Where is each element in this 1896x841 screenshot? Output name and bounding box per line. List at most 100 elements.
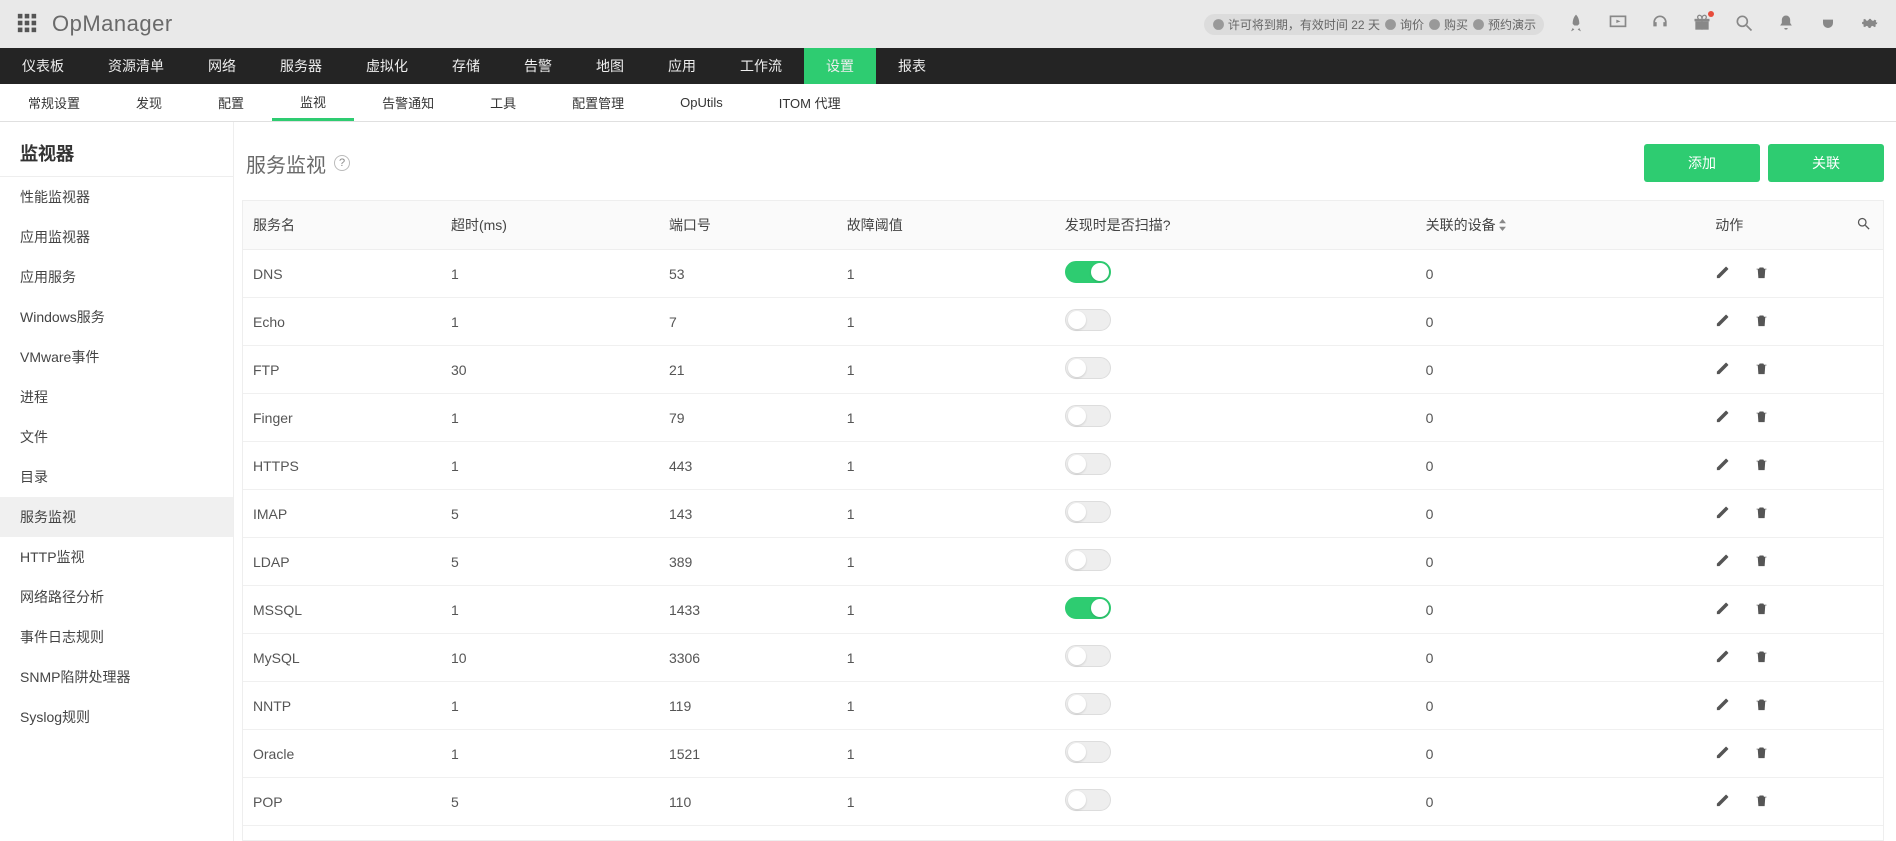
- scan-toggle[interactable]: [1065, 501, 1111, 523]
- mainnav-item[interactable]: 服务器: [258, 48, 344, 84]
- cell-devices[interactable]: 0: [1416, 490, 1706, 538]
- mainnav-item[interactable]: 资源清单: [86, 48, 186, 84]
- sidebar-item[interactable]: 服务监视: [0, 497, 233, 537]
- bell-icon[interactable]: [1776, 13, 1796, 36]
- cell-service-name[interactable]: MSSQL: [243, 586, 441, 634]
- col-header[interactable]: 关联的设备: [1416, 201, 1706, 250]
- edit-icon[interactable]: [1715, 361, 1730, 379]
- apps-grid-icon[interactable]: [16, 12, 38, 37]
- sidebar-item[interactable]: 进程: [0, 377, 233, 417]
- edit-icon[interactable]: [1715, 601, 1730, 619]
- scan-toggle[interactable]: [1065, 357, 1111, 379]
- gear-icon[interactable]: [1860, 13, 1880, 36]
- cell-service-name[interactable]: DNS: [243, 250, 441, 298]
- mainnav-item[interactable]: 工作流: [718, 48, 804, 84]
- edit-icon[interactable]: [1715, 409, 1730, 427]
- delete-icon[interactable]: [1754, 265, 1769, 283]
- mainnav-item[interactable]: 地图: [574, 48, 646, 84]
- cell-service-name[interactable]: NNTP: [243, 682, 441, 730]
- cell-devices[interactable]: 0: [1416, 586, 1706, 634]
- edit-icon[interactable]: [1715, 505, 1730, 523]
- sidebar-item[interactable]: 目录: [0, 457, 233, 497]
- cell-devices[interactable]: 0: [1416, 538, 1706, 586]
- edit-icon[interactable]: [1715, 313, 1730, 331]
- subnav-item[interactable]: 配置: [190, 84, 272, 121]
- cell-devices[interactable]: 0: [1416, 778, 1706, 826]
- subnav-item[interactable]: 告警通知: [354, 84, 462, 121]
- subnav-item[interactable]: 监视: [272, 84, 354, 121]
- scan-toggle[interactable]: [1065, 645, 1111, 667]
- cell-devices[interactable]: 0: [1416, 730, 1706, 778]
- sidebar-item[interactable]: 应用服务: [0, 257, 233, 297]
- col-header[interactable]: 发现时是否扫描?: [1055, 201, 1416, 250]
- delete-icon[interactable]: [1754, 793, 1769, 811]
- cell-service-name[interactable]: IMAP: [243, 490, 441, 538]
- scan-toggle[interactable]: [1065, 453, 1111, 475]
- sidebar-item[interactable]: Windows服务: [0, 297, 233, 337]
- cell-devices[interactable]: 0: [1416, 346, 1706, 394]
- col-header[interactable]: 故障阈值: [837, 201, 1055, 250]
- cell-devices[interactable]: 0: [1416, 250, 1706, 298]
- subnav-item[interactable]: 常规设置: [0, 84, 108, 121]
- delete-icon[interactable]: [1754, 457, 1769, 475]
- cell-service-name[interactable]: Oracle: [243, 730, 441, 778]
- edit-icon[interactable]: [1715, 265, 1730, 283]
- cell-devices[interactable]: 0: [1416, 442, 1706, 490]
- gift-icon[interactable]: [1692, 13, 1712, 36]
- delete-icon[interactable]: [1754, 505, 1769, 523]
- cell-devices[interactable]: 0: [1416, 394, 1706, 442]
- link-button[interactable]: 关联: [1768, 144, 1884, 182]
- col-header[interactable]: 端口号: [659, 201, 837, 250]
- license-pill[interactable]: 许可将到期，有效时间 22 天 询价 购买 预约演示: [1204, 14, 1544, 35]
- scan-toggle[interactable]: [1065, 693, 1111, 715]
- cell-devices[interactable]: 0: [1416, 298, 1706, 346]
- delete-icon[interactable]: [1754, 649, 1769, 667]
- delete-icon[interactable]: [1754, 697, 1769, 715]
- sidebar-item[interactable]: VMware事件: [0, 337, 233, 377]
- subnav-item[interactable]: OpUtils: [652, 84, 751, 121]
- delete-icon[interactable]: [1754, 553, 1769, 571]
- cell-service-name[interactable]: HTTPS: [243, 442, 441, 490]
- scan-toggle[interactable]: [1065, 741, 1111, 763]
- scan-toggle[interactable]: [1065, 549, 1111, 571]
- col-header[interactable]: 动作: [1705, 201, 1843, 250]
- mainnav-item[interactable]: 虚拟化: [344, 48, 430, 84]
- cell-service-name[interactable]: MySQL: [243, 634, 441, 682]
- scan-toggle[interactable]: [1065, 309, 1111, 331]
- edit-icon[interactable]: [1715, 457, 1730, 475]
- subnav-item[interactable]: 发现: [108, 84, 190, 121]
- col-header[interactable]: 超时(ms): [441, 201, 659, 250]
- edit-icon[interactable]: [1715, 553, 1730, 571]
- scan-toggle[interactable]: [1065, 405, 1111, 427]
- scan-toggle[interactable]: [1065, 789, 1111, 811]
- delete-icon[interactable]: [1754, 313, 1769, 331]
- table-search-icon[interactable]: [1843, 201, 1883, 250]
- cell-service-name[interactable]: Echo: [243, 298, 441, 346]
- presentation-icon[interactable]: [1608, 13, 1628, 36]
- delete-icon[interactable]: [1754, 361, 1769, 379]
- edit-icon[interactable]: [1715, 793, 1730, 811]
- search-icon[interactable]: [1734, 13, 1754, 36]
- sidebar-item[interactable]: SNMP陷阱处理器: [0, 657, 233, 697]
- mainnav-item[interactable]: 网络: [186, 48, 258, 84]
- cell-service-name[interactable]: LDAP: [243, 538, 441, 586]
- help-icon[interactable]: ?: [334, 155, 350, 171]
- plug-icon[interactable]: [1818, 13, 1838, 36]
- subnav-item[interactable]: ITOM 代理: [751, 84, 869, 121]
- delete-icon[interactable]: [1754, 409, 1769, 427]
- scan-toggle[interactable]: [1065, 597, 1111, 619]
- sidebar-item[interactable]: 网络路径分析: [0, 577, 233, 617]
- mainnav-item[interactable]: 设置: [804, 48, 876, 84]
- add-button[interactable]: 添加: [1644, 144, 1760, 182]
- cell-service-name[interactable]: POP: [243, 778, 441, 826]
- col-header[interactable]: 服务名: [243, 201, 441, 250]
- cell-service-name[interactable]: FTP: [243, 346, 441, 394]
- subnav-item[interactable]: 配置管理: [544, 84, 652, 121]
- edit-icon[interactable]: [1715, 697, 1730, 715]
- sidebar-item[interactable]: 文件: [0, 417, 233, 457]
- mainnav-item[interactable]: 告警: [502, 48, 574, 84]
- cell-devices[interactable]: 0: [1416, 682, 1706, 730]
- scan-toggle[interactable]: [1065, 261, 1111, 283]
- mainnav-item[interactable]: 应用: [646, 48, 718, 84]
- rocket-icon[interactable]: [1566, 13, 1586, 36]
